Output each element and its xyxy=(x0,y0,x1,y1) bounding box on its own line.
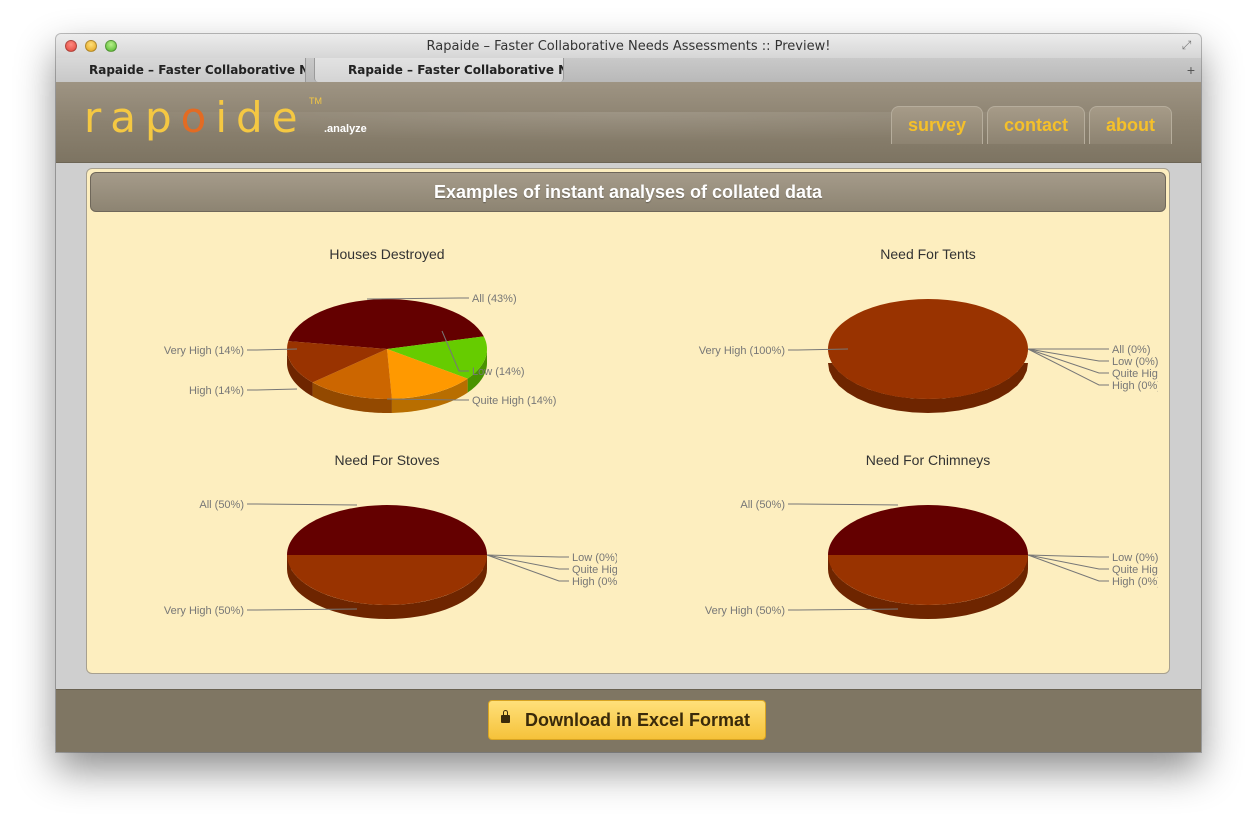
logo-wordmark: rapoide xyxy=(84,94,307,142)
browser-tab-1[interactable]: Rapaide – Faster Collaborative Ne... xyxy=(56,58,306,82)
footer-bar: Download in Excel Format xyxy=(56,689,1201,752)
browser-window: Rapaide – Faster Collaborative Needs Ass… xyxy=(56,34,1201,752)
pie-leader-line xyxy=(366,297,469,300)
nav-about[interactable]: about xyxy=(1089,106,1172,144)
analysis-panel: Examples of instant analyses of collated… xyxy=(86,168,1170,674)
rapaide-logo[interactable]: rapoide TM .analyze xyxy=(84,94,367,144)
pie-title: Need For Stoves xyxy=(334,452,439,468)
pie-slice-all[interactable] xyxy=(287,505,487,555)
pie-title: Need For Chimneys xyxy=(866,452,991,468)
pie-label: Very High (14%) xyxy=(164,345,244,357)
pie-leader-line xyxy=(486,554,569,558)
download-excel-button[interactable]: Download in Excel Format xyxy=(488,700,766,740)
site-header: rapoide TM .analyze survey contact about xyxy=(56,82,1201,163)
pie-label: Quite High (14%) xyxy=(472,395,556,407)
pie-leader-line xyxy=(1027,554,1109,582)
pie-label: Quite High (0%) xyxy=(1112,368,1158,380)
fullscreen-icon[interactable]: ⤢ xyxy=(1180,39,1193,52)
pie-leader-line xyxy=(247,503,358,506)
pie-label: Low (0%) xyxy=(1112,356,1158,368)
pie-title: Houses Destroyed xyxy=(329,246,444,262)
window-title: Rapaide – Faster Collaborative Needs Ass… xyxy=(426,39,831,54)
lock-icon xyxy=(501,710,510,723)
pie-label: All (50%) xyxy=(199,499,244,511)
pie-leader-line xyxy=(486,554,569,582)
pie-label: Low (0%) xyxy=(1112,552,1158,564)
nav-contact[interactable]: contact xyxy=(986,106,1085,144)
pie-label: All (50%) xyxy=(740,499,785,511)
pie-label: Low (0%) xyxy=(572,552,617,564)
logo-text-end: ide xyxy=(215,93,307,142)
pie-leader-line xyxy=(247,388,298,391)
pie-leader-line xyxy=(1027,554,1109,558)
pie-title: Need For Tents xyxy=(880,246,975,262)
pie-label: High (0%) xyxy=(1112,576,1158,588)
browser-tab-2[interactable]: Rapaide – Faster Collaborative Ne... xyxy=(314,58,564,82)
pie-label: Very High (50%) xyxy=(705,605,785,617)
pie-label: High (0%) xyxy=(572,576,617,588)
pie-label: Quite High (0%) xyxy=(1112,564,1158,576)
download-label: Download in Excel Format xyxy=(525,710,751,730)
pie-label: All (43%) xyxy=(472,293,517,305)
logo-subtitle: .analyze xyxy=(324,123,367,135)
section-heading: Examples of instant analyses of collated… xyxy=(433,182,823,202)
pie-chart-houses-destroyed: Houses Destroyed All (43%) Low (14%) Quite … xyxy=(164,246,556,413)
tab-bar: Rapaide – Faster Collaborative Ne... Rap… xyxy=(56,58,1201,83)
main-nav: survey contact about xyxy=(890,106,1172,144)
section-banner: Examples of instant analyses of collated… xyxy=(90,172,1166,212)
title-bar[interactable]: Rapaide – Faster Collaborative Needs Ass… xyxy=(56,34,1201,59)
nav-survey[interactable]: survey xyxy=(890,106,983,144)
pie-chart-need-for-tents: Need For Tents Very High (100%) All (0%)Lo… xyxy=(699,246,1158,413)
pie-leader-line xyxy=(788,503,899,506)
pie-label: Low (14%) xyxy=(472,366,525,378)
pie-label: All (0%) xyxy=(1112,344,1151,356)
pie-slice-very-high[interactable] xyxy=(828,298,1028,400)
pie-label: Very High (100%) xyxy=(699,345,785,357)
pie-label: Quite High (0%) xyxy=(572,564,617,576)
pie-chart-need-for-chimneys: Need For Chimneys All (50%) Very High (50%… xyxy=(705,452,1158,619)
logo-text-start: rap xyxy=(84,93,181,142)
pie-leader-line xyxy=(1027,348,1109,386)
logo-text-o: o xyxy=(180,93,216,142)
pie-label: Very High (50%) xyxy=(164,605,244,617)
pie-label: High (0%) xyxy=(1112,380,1158,392)
new-tab-icon[interactable]: + xyxy=(1187,62,1195,78)
pie-label: High (14%) xyxy=(189,385,244,397)
pie-chart-need-for-stoves: Need For Stoves All (50%) Very High (50%) L… xyxy=(164,452,617,619)
pie-slice-all[interactable] xyxy=(828,505,1028,555)
logo-trademark: TM xyxy=(309,96,322,106)
